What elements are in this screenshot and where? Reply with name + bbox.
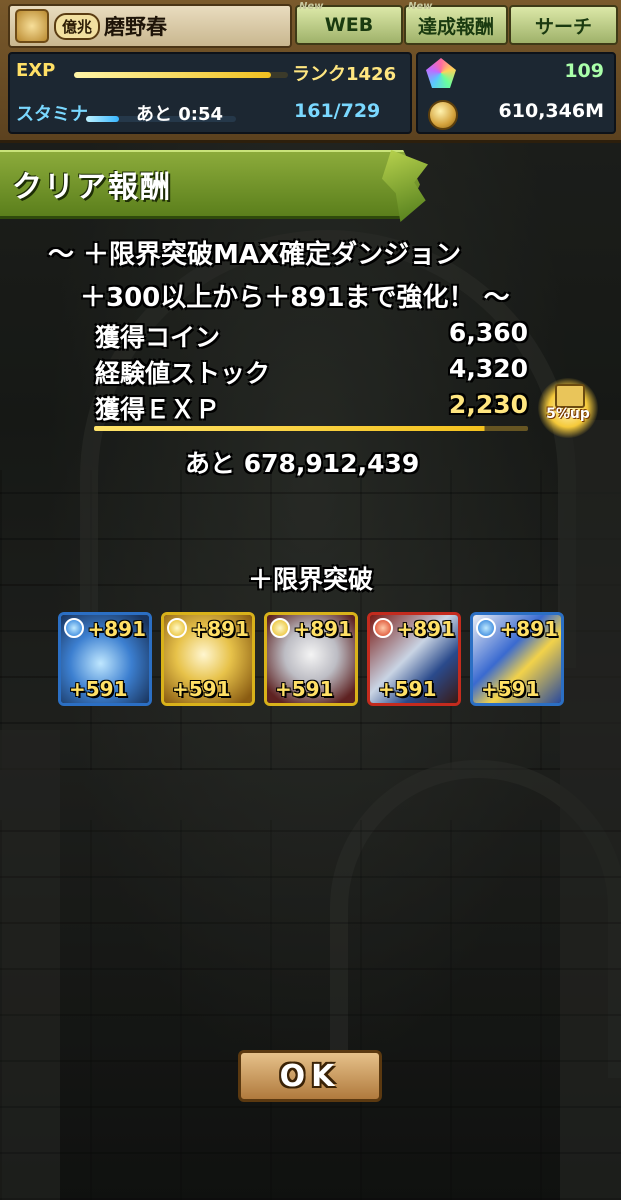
plus-bottom: +591: [172, 677, 231, 701]
bonus-icon: [555, 384, 585, 408]
title-badge: 億兆: [54, 12, 101, 40]
magic-stone-count: 109: [564, 60, 604, 82]
ok-button[interactable]: OK: [238, 1050, 382, 1102]
monster-card[interactable]: +891 +591: [367, 612, 461, 706]
light-orb-icon: [167, 618, 187, 638]
coin-count: 610,346M: [498, 100, 604, 122]
dungeon-name-line2: ＋300以上から＋891まで強化！ ～: [80, 283, 510, 313]
monster-card[interactable]: +891 +591: [470, 612, 564, 706]
monster-card[interactable]: +891 +591: [161, 612, 255, 706]
plus-bottom: +591: [481, 677, 540, 701]
exp-progress-bar: [94, 426, 528, 431]
exp-reward-value: 2,230: [448, 390, 528, 419]
exp-bar-fill: [74, 72, 271, 78]
tab-label: サーチ: [534, 15, 592, 38]
limit-break-title: ＋限界突破: [247, 565, 373, 594]
player-name: 磨野春: [104, 15, 168, 39]
remaining-exp: あと 678,912,439: [185, 449, 420, 478]
monster-card[interactable]: +891 +591: [58, 612, 152, 706]
exp-stock-value: 4,320: [448, 354, 528, 383]
tab-search[interactable]: サーチ: [509, 5, 618, 45]
plus-bottom: +591: [378, 677, 437, 701]
exp-reward-label: 獲得ＥＸＰ: [95, 395, 221, 424]
stamina-bar-fill: [86, 116, 119, 122]
water-orb-icon: [64, 618, 84, 638]
plus-bottom: +591: [69, 677, 128, 701]
fire-orb-icon: [373, 618, 393, 638]
exp-stamina-panel: EXP ランク1426 スタミナ あと 0:54 161/729: [8, 52, 412, 134]
bonus-text: 5%up: [546, 406, 590, 422]
avatar-icon: [15, 9, 49, 43]
status-bar: 億兆 磨野春 New WEB New 達成報酬 サーチ EXP ランク1426 …: [0, 0, 621, 143]
currency-panel: 109 610,346M: [416, 52, 616, 134]
coin-icon: [428, 100, 458, 130]
stamina-value: 161/729: [294, 100, 381, 122]
light-orb-icon: [270, 618, 290, 638]
rank-value: ランク1426: [292, 64, 397, 85]
clear-reward-title: クリア報酬: [12, 170, 172, 205]
dungeon-name-line1: ～ ＋限界突破MAX確定ダンジョン: [48, 240, 462, 270]
coin-reward-value: 6,360: [448, 318, 528, 347]
stamina-timer: あと 0:54: [136, 104, 224, 125]
plus-bottom: +591: [275, 677, 334, 701]
player-name-plate[interactable]: 億兆 磨野春: [8, 4, 292, 48]
exp-bonus-badge: 5%up: [538, 378, 598, 438]
coin-reward-label: 獲得コイン: [95, 323, 221, 352]
plus-top: +891: [87, 617, 146, 641]
exp-label: EXP: [16, 60, 56, 81]
plus-top: +891: [499, 617, 558, 641]
tab-web[interactable]: New WEB: [295, 1, 403, 45]
monster-card[interactable]: +891 +591: [264, 612, 358, 706]
clear-reward-banner: クリア報酬: [0, 150, 420, 219]
new-badge: New: [408, 1, 433, 12]
stamina-label: スタミナ: [16, 104, 88, 125]
magic-stone-icon: [426, 58, 456, 88]
exp-stock-label: 経験値ストック: [95, 359, 271, 388]
plus-top: +891: [190, 617, 249, 641]
new-badge: New: [299, 1, 324, 12]
tab-achievement-rewards[interactable]: New 達成報酬: [404, 1, 508, 45]
tab-label: 達成報酬: [417, 15, 494, 38]
plus-top: +891: [396, 617, 455, 641]
tab-label: WEB: [324, 14, 374, 36]
water-orb-icon: [476, 618, 496, 638]
plus-top: +891: [293, 617, 352, 641]
